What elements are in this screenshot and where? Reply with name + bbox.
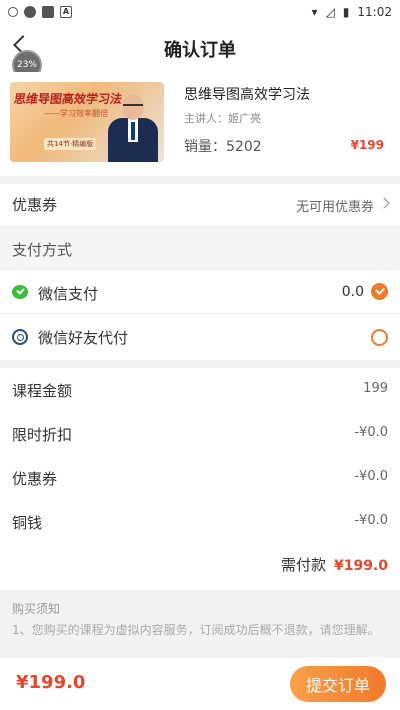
summary-label: 限时折扣 [12,426,73,444]
bottom-bar: ¥199.0 提交订单 [0,658,400,710]
status-bar: A ▾ ◿ ▮ 11:02 [0,0,400,24]
payment-option-label: 微信支付 [38,285,99,303]
purchase-notice: 购买须知 1、您购买的课程为虚拟内容服务，订阅成功后概不退款，请您理解。 [0,590,400,658]
course-lecturer: 主讲人：姬广亮 [184,112,261,125]
chevron-right-icon [378,197,390,209]
lecturer-photo [108,88,158,162]
checked-circle-icon[interactable] [371,283,388,300]
summary-label: 铜钱 [12,514,43,532]
need-pay-label: 需付款 [280,556,326,574]
summary-value: -¥0.0 [354,425,388,440]
payment-option-wechat[interactable]: 微信支付 0.0 [0,270,400,314]
payment-option-label: 微信好友代付 [38,329,129,347]
summary-label: 课程金额 [12,382,73,400]
friend-pay-icon [12,329,28,345]
wechat-pay-icon [12,285,28,299]
need-pay: 需付款 ¥199.0 [281,554,388,575]
notification-icons: A [8,6,72,18]
price-summary: 课程金额 199 限时折扣 -¥0.0 优惠券 -¥0.0 铜钱 -¥0.0 需… [0,368,400,590]
submit-order-button[interactable]: 提交订单 [290,666,386,702]
circle-icon [24,6,36,18]
page-title: 确认订单 [164,40,236,61]
battery-icon: ▮ [342,5,350,19]
header: 确认订单 23% [0,24,400,80]
payment-section-header: 支付方式 [0,226,400,270]
signal-icon: ◿ [325,5,335,19]
payment-section-title: 支付方式 [12,241,73,259]
payment-option-friend[interactable]: 微信好友代付 [0,314,400,360]
payment-option-amount: 0.0 [341,284,364,300]
notice-title: 购买须知 [12,602,61,616]
coupon-label: 优惠券 [12,196,58,214]
app-icon [42,6,54,18]
summary-label: 优惠券 [12,470,58,488]
summary-value: -¥0.0 [354,513,388,528]
clock: 11:02 [357,5,392,19]
summary-row: 优惠券 -¥0.0 [0,456,400,500]
wifi-icon: ▾ [311,5,318,19]
sync-icon [8,7,18,17]
coupon-value: 无可用优惠券 [295,200,374,215]
unchecked-circle-icon[interactable] [371,329,388,346]
total-price: ¥199.0 [16,672,86,693]
thumbnail-tag: 共14节·精编版 [44,138,97,150]
summary-row: 铜钱 -¥0.0 [0,500,400,544]
summary-row: 限时折扣 -¥0.0 [0,412,400,456]
a-icon: A [60,6,72,18]
course-name: 思维导图高效学习法 [184,87,310,103]
need-pay-value: ¥199.0 [333,558,388,574]
course-card: 思维导图高效学习法 ——学习效率翻倍 共14节·精编版 思维导图高效学习法 主讲… [0,72,400,176]
thumbnail-title: 思维导图高效学习法 [12,92,123,106]
coupon-row[interactable]: 优惠券 无可用优惠券 [0,184,400,226]
thumbnail-subtitle: ——学习效率翻倍 [44,109,108,118]
course-sales: 销量：5202 [184,139,262,155]
notice-text: 1、您购买的课程为虚拟内容服务，订阅成功后概不退款，请您理解。 [12,623,380,637]
summary-value: 199 [363,381,388,396]
course-thumbnail: 思维导图高效学习法 ——学习效率翻倍 共14节·精编版 [10,82,164,162]
summary-value: -¥0.0 [354,469,388,484]
summary-row: 课程金额 199 [0,368,400,412]
course-price: ¥199 [350,138,384,152]
